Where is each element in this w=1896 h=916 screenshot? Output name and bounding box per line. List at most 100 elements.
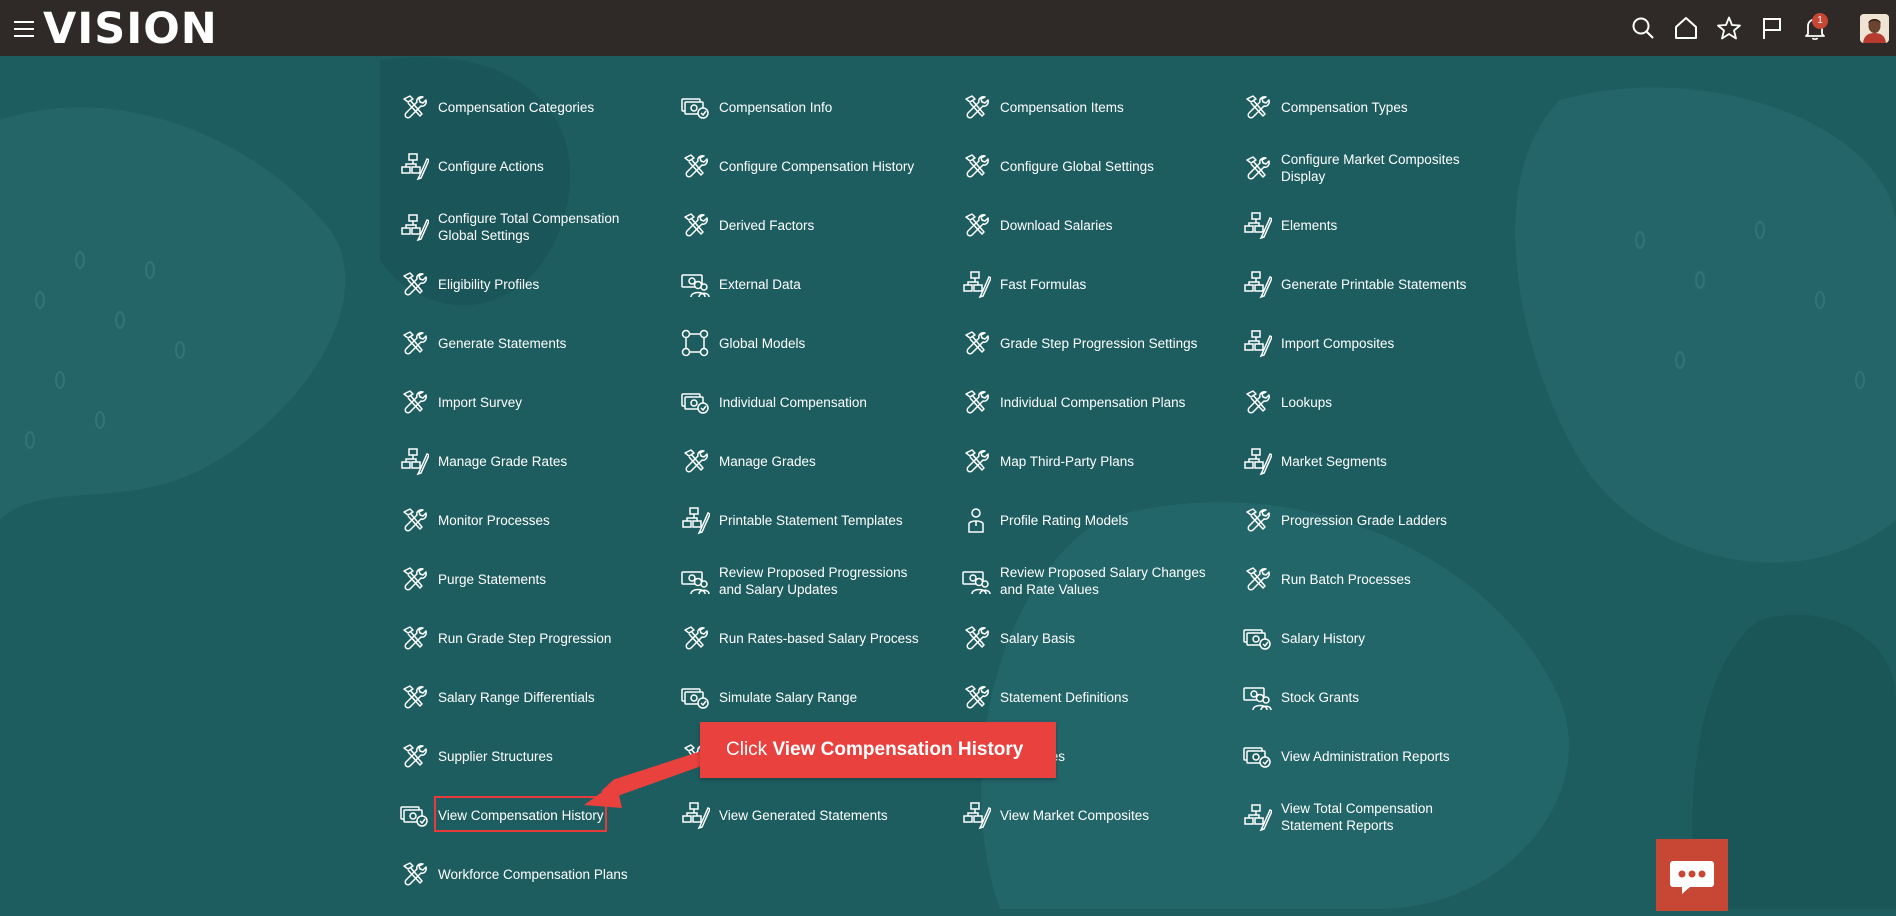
task-link[interactable]: Market Segments xyxy=(1242,446,1387,476)
task-link[interactable]: Configure Total Compensation Global Sett… xyxy=(399,210,648,244)
task-link[interactable]: Derived Factors xyxy=(680,210,814,240)
task-link[interactable]: Elements xyxy=(1242,210,1337,240)
people-money-icon xyxy=(681,571,710,595)
wrench-tools-icon xyxy=(684,449,708,473)
task-link[interactable]: Salary Range Differentials xyxy=(399,682,595,712)
task-link[interactable]: Individual Compensation Plans xyxy=(961,387,1185,417)
task-link[interactable]: Stock Grants xyxy=(1242,682,1359,712)
wrench-tools-icon xyxy=(684,626,708,650)
app-logo[interactable]: VISION xyxy=(43,3,218,55)
search-icon[interactable] xyxy=(1630,15,1656,41)
task-link[interactable]: Workforce Compensation Plans xyxy=(399,859,628,889)
task-label: Import Composites xyxy=(1281,335,1395,351)
task-link[interactable]: Individual Compensation xyxy=(680,387,867,417)
task-label: Compensation Types xyxy=(1281,99,1408,115)
task-link[interactable]: View Total Compensation Statement Report… xyxy=(1242,800,1491,834)
task-link[interactable]: Compensation Categories xyxy=(399,92,594,122)
task-label: Fast Formulas xyxy=(1000,276,1087,292)
task-link[interactable]: Grade Step Progression Settings xyxy=(961,328,1197,358)
task-link[interactable]: Import Survey xyxy=(399,387,522,417)
home-icon[interactable] xyxy=(1673,15,1699,41)
task-link[interactable]: Configure Compensation History xyxy=(680,151,914,181)
hierarchy-icon xyxy=(1244,212,1272,240)
hierarchy-icon xyxy=(963,802,991,830)
task-label: Generate Printable Statements xyxy=(1281,276,1467,292)
money-icon xyxy=(1243,747,1271,768)
task-link[interactable]: Printable Statement Templates xyxy=(680,505,903,535)
task-link[interactable]: View Generated Statements xyxy=(680,800,888,830)
task-label: Compensation Items xyxy=(1000,99,1124,115)
task-link[interactable]: Review Proposed Salary Changes and Rate … xyxy=(961,564,1210,598)
flag-icon[interactable] xyxy=(1759,15,1785,41)
money-icon xyxy=(1243,629,1271,650)
task-link[interactable]: Compensation Info xyxy=(680,92,832,122)
task-label: Configure Compensation History xyxy=(719,158,915,174)
wrench-tools-icon xyxy=(684,213,708,237)
wrench-tools-icon xyxy=(403,508,427,532)
task-label: Compensation Info xyxy=(719,99,833,115)
task-link[interactable]: Review Proposed Progressions and Salary … xyxy=(680,564,929,598)
task-label: View Total Compensation Statement Report… xyxy=(1281,801,1433,833)
task-link[interactable]: Fast Formulas xyxy=(961,269,1086,299)
task-link[interactable]: Compensation Items xyxy=(961,92,1124,122)
task-link[interactable]: View Market Composites xyxy=(961,800,1149,830)
task-link[interactable]: Configure Global Settings xyxy=(961,151,1154,181)
task-link[interactable]: Configure Market Composites Display xyxy=(1242,151,1491,185)
task-link[interactable]: Global Models xyxy=(680,328,805,358)
task-link[interactable]: Generate Printable Statements xyxy=(1242,269,1466,299)
wrench-tools-icon xyxy=(403,95,427,119)
task-link[interactable]: Run Rates-based Salary Process xyxy=(680,623,919,653)
wrench-tools-icon xyxy=(403,744,427,768)
task-link[interactable]: Profile Rating Models xyxy=(961,505,1128,535)
task-label: View Generated Statements xyxy=(719,807,888,823)
task-link[interactable]: Salary History xyxy=(1242,623,1365,653)
task-label: Salary Basis xyxy=(1000,630,1076,646)
task-link[interactable]: External Data xyxy=(680,269,801,299)
wrench-tools-icon xyxy=(965,390,989,414)
task-link[interactable]: Map Third-Party Plans xyxy=(961,446,1134,476)
top-bar: VISION 1 xyxy=(0,0,1896,56)
user-avatar[interactable] xyxy=(1860,14,1889,43)
highlight-box xyxy=(434,796,607,832)
task-label: Stock Grants xyxy=(1281,689,1360,705)
task-link[interactable]: Compensation Types xyxy=(1242,92,1408,122)
task-label: Individual Compensation Plans xyxy=(1000,394,1186,410)
task-link[interactable]: Eligibility Profiles xyxy=(399,269,539,299)
chat-button[interactable] xyxy=(1656,839,1728,911)
people-money-icon xyxy=(1243,687,1272,711)
task-label: Map Third-Party Plans xyxy=(1000,453,1135,469)
task-label: Configure Actions xyxy=(438,158,544,174)
task-label: Run Rates-based Salary Process xyxy=(719,630,919,646)
task-link[interactable]: Simulate Salary Range xyxy=(680,682,857,712)
task-link[interactable]: Run Grade Step Progression xyxy=(399,623,611,653)
task-link[interactable]: Salary Basis xyxy=(961,623,1075,653)
task-link[interactable]: Monitor Processes xyxy=(399,505,550,535)
task-link[interactable]: Generate Statements xyxy=(399,328,566,358)
task-link[interactable]: Supplier Structures xyxy=(399,741,553,771)
task-link[interactable]: Import Composites xyxy=(1242,328,1394,358)
task-link[interactable]: Run Batch Processes xyxy=(1242,564,1411,594)
task-label: Individual Compensation xyxy=(719,394,867,410)
task-link[interactable]: Configure Actions xyxy=(399,151,544,181)
star-icon[interactable] xyxy=(1716,15,1742,41)
task-link[interactable]: Statement Definitions xyxy=(961,682,1128,712)
menu-icon[interactable] xyxy=(14,21,34,37)
hierarchy-icon xyxy=(1244,271,1272,299)
task-link[interactable]: Purge Statements xyxy=(399,564,546,594)
task-link[interactable]: Lookups xyxy=(1242,387,1332,417)
task-link[interactable]: Download Salaries xyxy=(961,210,1113,240)
task-label: Monitor Processes xyxy=(438,512,550,528)
task-link[interactable]: Manage Grade Rates xyxy=(399,446,567,476)
task-link[interactable]: Progression Grade Ladders xyxy=(1242,505,1447,535)
callout-prefix: Click xyxy=(726,739,768,760)
wrench-tools-icon xyxy=(403,685,427,709)
task-label: Download Salaries xyxy=(1000,217,1113,233)
chat-icon xyxy=(1670,861,1714,894)
task-link[interactable]: Manage Grades xyxy=(680,446,816,476)
money-icon xyxy=(400,806,428,827)
wrench-tools-icon xyxy=(1246,95,1270,119)
wrench-tools-icon xyxy=(1246,156,1270,180)
hierarchy-icon xyxy=(401,448,429,476)
task-link[interactable]: View Administration Reports xyxy=(1242,741,1450,771)
task-label: View Market Composites xyxy=(1000,807,1150,823)
